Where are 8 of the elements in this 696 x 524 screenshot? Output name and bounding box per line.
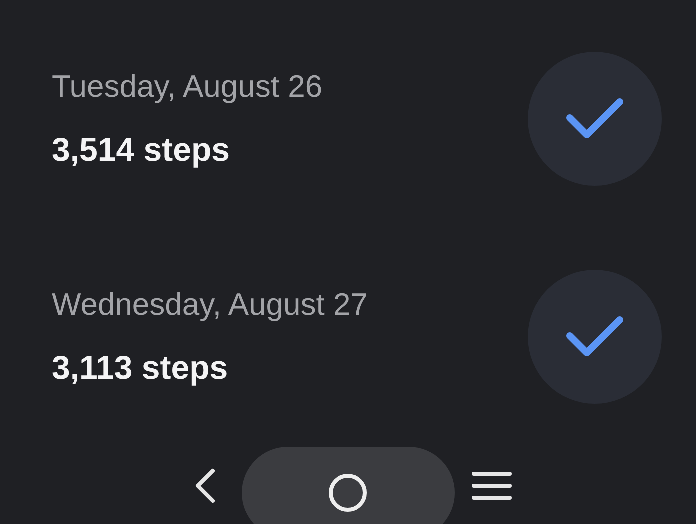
menu-icon [472,470,512,502]
home-circle-icon [328,473,368,513]
checkmark-icon [566,316,624,358]
day-date: Wednesday, August 27 [52,287,368,323]
day-date: Tuesday, August 26 [52,69,323,105]
step-count: 3,514 steps [52,131,231,169]
checkmark-icon [566,98,624,140]
step-count: 3,113 steps [52,349,230,387]
